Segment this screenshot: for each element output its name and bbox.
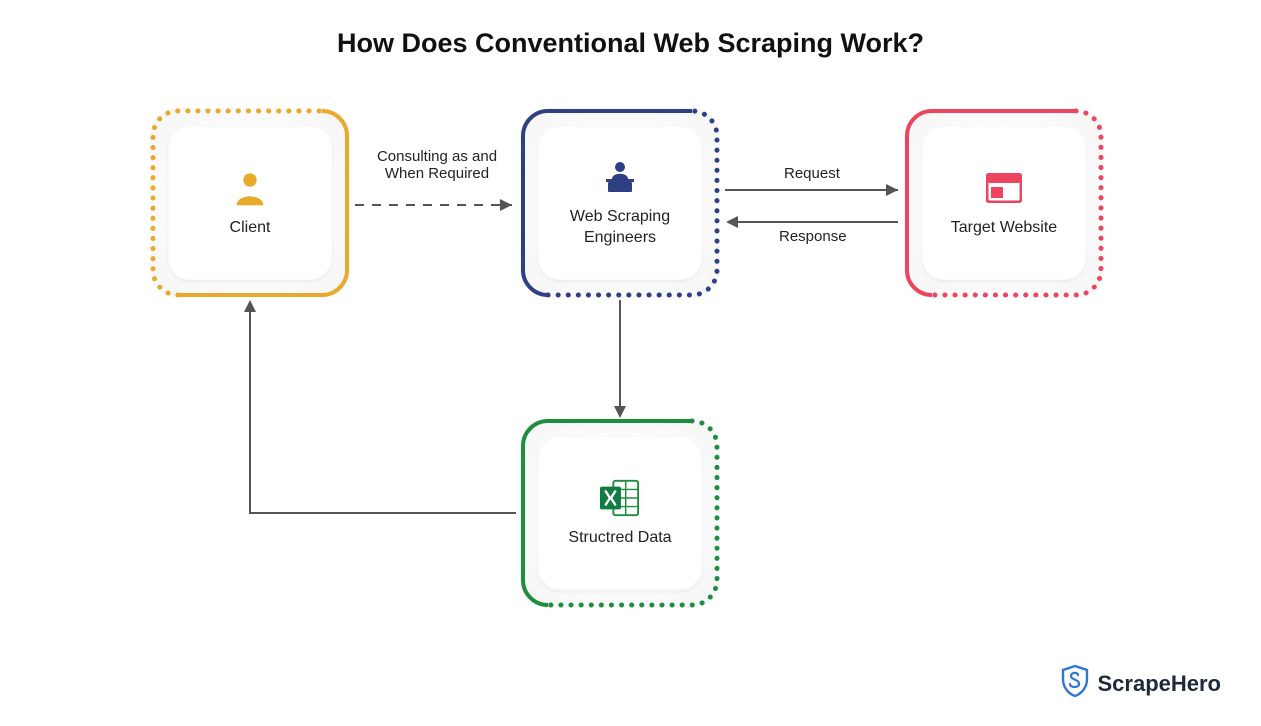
- node-engineers: Web Scraping Engineers: [520, 108, 720, 298]
- diagram-canvas: Consulting as and When Required Request …: [0, 0, 1261, 726]
- node-client-label: Client: [230, 218, 271, 239]
- node-website: Target Website: [904, 108, 1104, 298]
- edge-label-request: Request: [780, 165, 844, 182]
- node-data-label: Structred Data: [568, 528, 671, 549]
- edge-label-response: Response: [775, 228, 851, 245]
- node-client: Client: [150, 108, 350, 298]
- node-data: Structred Data: [520, 418, 720, 608]
- engineer-icon: [600, 157, 640, 197]
- brand-logo: ScrapeHero: [1061, 665, 1221, 702]
- edge-label-consulting: Consulting as and When Required: [362, 148, 512, 182]
- person-icon: [230, 168, 270, 208]
- excel-icon: [600, 478, 640, 518]
- node-engineers-label: Web Scraping Engineers: [570, 207, 670, 249]
- node-website-label: Target Website: [951, 218, 1057, 239]
- browser-icon: [984, 168, 1024, 208]
- shield-icon: [1061, 665, 1089, 702]
- brand-name: ScrapeHero: [1097, 671, 1221, 697]
